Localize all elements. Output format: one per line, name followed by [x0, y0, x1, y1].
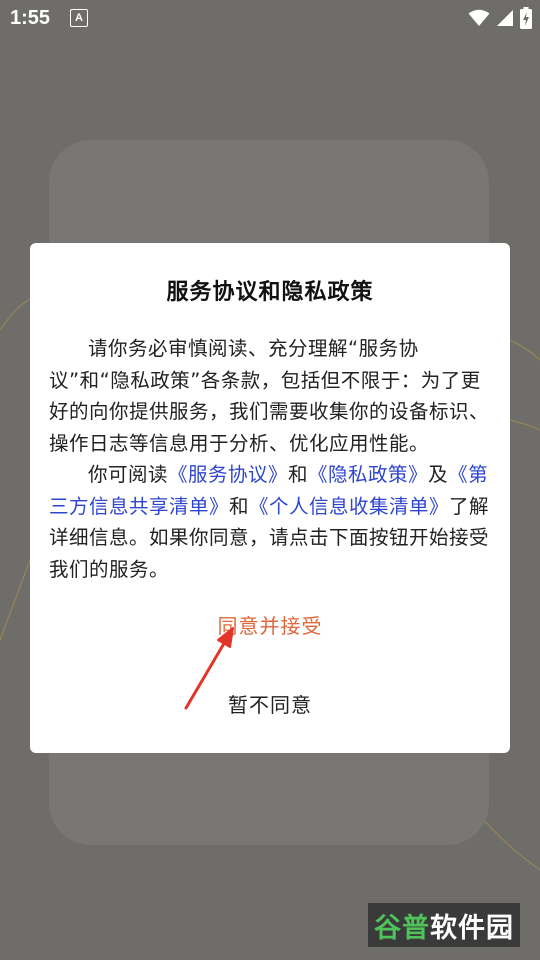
- annotation-arrow-icon: [184, 627, 234, 710]
- watermark-logo: 谷普软件园: [368, 903, 520, 947]
- watermark-text-green: 谷普: [374, 912, 430, 944]
- watermark-text-white: 软件园: [430, 912, 514, 944]
